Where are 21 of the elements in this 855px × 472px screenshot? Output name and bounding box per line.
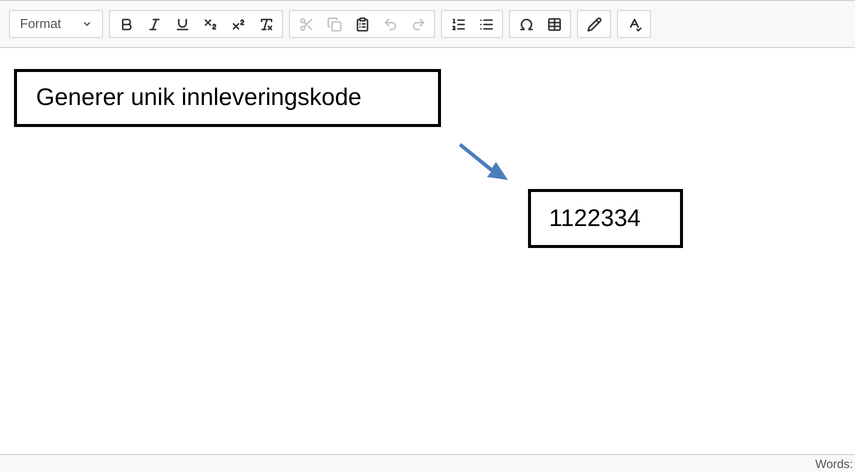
clear-format-icon (258, 16, 274, 32)
superscript-icon (230, 16, 246, 32)
scissors-icon (298, 16, 314, 32)
button-box: Generer unik innleveringskode (14, 69, 441, 127)
numbered-list-icon (450, 16, 466, 32)
code-box: 1122334 (528, 189, 683, 248)
arrow-icon (458, 140, 510, 182)
subscript-icon (202, 16, 218, 32)
word-count: Words: (815, 456, 853, 472)
italic-icon (146, 16, 162, 32)
copy-icon (326, 16, 342, 32)
redo-icon (410, 16, 426, 32)
caret-icon (82, 19, 92, 29)
format-dropdown[interactable]: Format (9, 10, 103, 38)
underline-icon (174, 16, 190, 32)
pencil-icon (586, 16, 602, 32)
omega-icon (518, 16, 534, 32)
clipboard-icon (354, 16, 370, 32)
undo-icon (382, 16, 398, 32)
bulleted-list-icon (478, 16, 494, 32)
table-icon (546, 16, 562, 32)
